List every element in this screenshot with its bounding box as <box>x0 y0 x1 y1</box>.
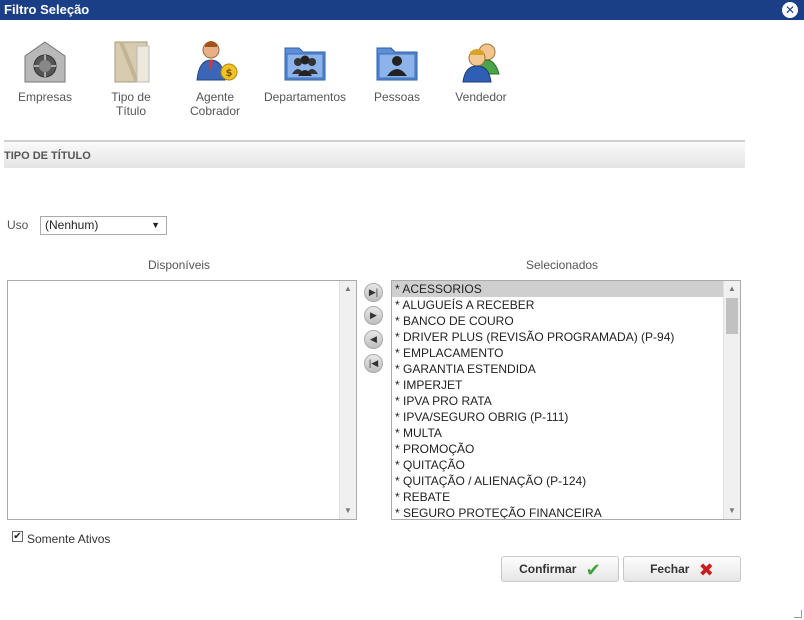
disponiveis-list[interactable]: ▲ ▼ <box>7 280 357 520</box>
toolbar-label: Pessoas <box>373 90 421 104</box>
list-item[interactable]: * IPVA PRO RATA <box>392 393 723 409</box>
window-title: Filtro Seleção <box>4 2 90 17</box>
list-item[interactable]: * MULTA <box>392 425 723 441</box>
list-item[interactable]: * DRIVER PLUS (REVISÃO PROGRAMADA) (P-94… <box>392 329 723 345</box>
window-titlebar: Filtro Seleção ✕ <box>0 0 804 20</box>
toolbar-label: Empresas <box>17 90 73 104</box>
svg-text:$: $ <box>226 68 233 79</box>
person-folder-icon <box>376 47 418 81</box>
confirm-button[interactable]: Confirmar ✔ <box>501 556 619 582</box>
somente-ativos-checkbox[interactable]: ✔ <box>12 531 23 542</box>
scrollbar[interactable]: ▲ ▼ <box>339 281 356 519</box>
list-item[interactable]: * PROMOÇÃO <box>392 441 723 457</box>
somente-ativos-label: Somente Ativos <box>27 532 111 546</box>
scroll-up-icon[interactable]: ▲ <box>340 281 356 297</box>
selecionados-label: Selecionados <box>526 258 599 272</box>
toolbar-item-departamentos[interactable]: Departamentos <box>260 38 350 104</box>
disponiveis-label: Disponíveis <box>148 258 211 272</box>
document-icon <box>114 41 150 83</box>
list-item[interactable]: * ACESSORIOS <box>392 281 723 297</box>
list-item[interactable]: * SEGURO PROTEÇÃO FINANCEIRA <box>392 505 723 519</box>
selecionados-list[interactable]: * ACESSORIOS * ALUGUEÍS A RECEBER * BANCO … <box>391 280 741 520</box>
scroll-down-icon[interactable]: ▼ <box>724 503 740 519</box>
toolbar-label: Departamentos <box>263 90 347 104</box>
resize-grip-icon[interactable] <box>794 610 802 618</box>
section-header: TIPO DE TÍTULO <box>4 140 745 168</box>
x-icon: ✖ <box>698 559 714 580</box>
group-folder-icon <box>284 47 326 81</box>
list-item[interactable]: * EMPLACAMENTO <box>392 345 723 361</box>
scroll-down-icon[interactable]: ▼ <box>340 503 356 519</box>
list-item[interactable]: * BANCO DE COURO <box>392 313 723 329</box>
uso-select[interactable]: (Nenhum) ▼ <box>40 216 167 235</box>
move-all-left-button[interactable]: |◀ <box>364 354 383 373</box>
uso-value: (Nenhum) <box>45 218 99 232</box>
move-all-right-button[interactable]: ▶| <box>364 283 383 302</box>
scroll-thumb[interactable] <box>726 298 738 334</box>
toolbar-item-agente-cobrador[interactable]: $ Agente Cobrador <box>182 38 248 118</box>
toolbar-label: Vendedor <box>455 90 507 104</box>
list-item[interactable]: * QUITAÇÃO / ALIENAÇÃO (P-124) <box>392 473 723 489</box>
toolbar-label: Tipo de Título <box>111 90 151 118</box>
close-icon[interactable]: ✕ <box>782 2 798 18</box>
toolbar-item-empresas[interactable]: Empresas <box>14 38 76 104</box>
list-item[interactable]: * QUITAÇÃO <box>392 457 723 473</box>
toolbar-item-pessoas[interactable]: Pessoas <box>366 38 428 104</box>
list-item[interactable]: * IMPERJET <box>392 377 723 393</box>
scrollbar[interactable]: ▲ ▼ <box>723 281 740 519</box>
safe-icon <box>24 41 66 83</box>
list-item[interactable]: * REBATE <box>392 489 723 505</box>
users-icon <box>462 43 500 83</box>
toolbar-item-tipo-titulo[interactable]: Tipo de Título <box>100 38 162 118</box>
checkmark-icon: ✔ <box>585 559 601 580</box>
chevron-down-icon: ▼ <box>151 220 160 230</box>
close-label: Fechar <box>650 562 690 576</box>
toolbar-item-vendedor[interactable]: Vendedor <box>450 38 512 104</box>
toolbar-label: Agente Cobrador <box>189 90 241 118</box>
list-item[interactable]: * GARANTIA ESTENDIDA <box>392 361 723 377</box>
list-item[interactable]: * IPVA/SEGURO OBRIG (P-111) <box>392 409 723 425</box>
move-right-button[interactable]: ▶ <box>364 306 383 325</box>
agent-money-icon: $ <box>196 41 238 81</box>
section-title: TIPO DE TÍTULO <box>4 150 91 162</box>
close-button[interactable]: Fechar ✖ <box>623 556 741 582</box>
confirm-label: Confirmar <box>519 562 577 576</box>
scroll-up-icon[interactable]: ▲ <box>724 281 740 297</box>
move-left-button[interactable]: ◀ <box>364 330 383 349</box>
uso-label: Uso <box>7 218 29 232</box>
list-item[interactable]: * ALUGUEÍS A RECEBER <box>392 297 723 313</box>
